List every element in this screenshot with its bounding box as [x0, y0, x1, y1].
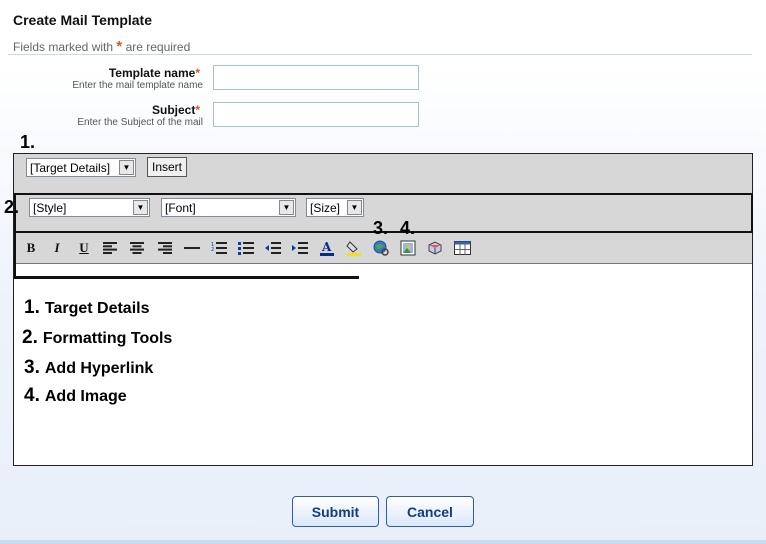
size-select-value: [Size]	[310, 200, 341, 215]
highlight-color-icon[interactable]	[344, 238, 364, 258]
template-name-label-text: Template name	[108, 66, 196, 80]
callout-4: 4.	[400, 218, 416, 238]
legend-item-add-image: 4. Add Image	[24, 385, 127, 407]
required-star: *	[195, 103, 200, 117]
svg-text:A: A	[321, 240, 332, 254]
callout-underline	[14, 276, 359, 279]
template-name-hint: Enter the mail template name	[72, 80, 203, 91]
legend-text: Add Hyperlink	[44, 360, 154, 377]
chevron-down-icon: ▼	[279, 200, 294, 215]
horizontal-rule-icon[interactable]	[182, 238, 202, 258]
legend-text: Add Image	[44, 388, 127, 405]
subject-label: Subject*	[0, 103, 200, 117]
table-insert-icon[interactable]	[425, 238, 445, 258]
required-star: *	[116, 38, 123, 55]
required-note-suffix: are required	[125, 40, 191, 54]
size-select[interactable]: [Size] ▼	[306, 198, 364, 217]
legend-number: 2.	[22, 327, 38, 348]
style-select-value: [Style]	[33, 200, 67, 215]
callout-2: 2.	[4, 197, 20, 217]
subject-input[interactable]	[213, 102, 419, 127]
bold-icon[interactable]: B	[21, 238, 41, 258]
image-icon[interactable]	[398, 238, 418, 258]
footer-divider	[0, 540, 766, 544]
page-title: Create Mail Template	[13, 12, 153, 28]
header-divider	[8, 54, 752, 55]
svg-text:2: 2	[211, 247, 214, 253]
italic-icon[interactable]: I	[47, 238, 67, 258]
subject-hint: Enter the Subject of the mail	[77, 117, 203, 128]
legend-item-formatting-tools: 2. Formatting Tools	[22, 327, 172, 349]
template-name-input[interactable]	[213, 65, 419, 90]
template-name-label: Template name*	[0, 66, 200, 80]
align-left-icon[interactable]	[100, 238, 120, 258]
callout-bracket	[14, 233, 16, 278]
legend-text: Target Details	[44, 300, 150, 317]
legend-item-add-hyperlink: 3. Add Hyperlink	[24, 357, 153, 379]
font-select-value: [Font]	[165, 200, 196, 215]
legend-item-target-details: 1. Target Details	[24, 297, 149, 319]
underline-icon[interactable]: U	[74, 238, 94, 258]
callout-3: 3.	[373, 218, 389, 238]
unordered-list-icon[interactable]	[236, 238, 256, 258]
table-icon[interactable]	[452, 238, 472, 258]
text-color-icon[interactable]: A	[317, 238, 337, 258]
hyperlink-icon[interactable]	[371, 238, 391, 258]
target-details-select[interactable]: [Target Details] ▼	[26, 158, 136, 177]
chevron-down-icon: ▼	[347, 200, 362, 215]
chevron-down-icon: ▼	[133, 200, 148, 215]
outdent-icon[interactable]	[263, 238, 283, 258]
legend-number: 4.	[24, 385, 40, 406]
font-select[interactable]: [Font] ▼	[161, 198, 296, 217]
style-select[interactable]: [Style] ▼	[29, 198, 150, 217]
required-star: *	[195, 66, 200, 80]
legend-number: 1.	[24, 297, 40, 318]
indent-icon[interactable]	[290, 238, 310, 258]
callout-1: 1.	[20, 132, 36, 152]
subject-label-text: Subject	[151, 103, 196, 117]
required-fields-note: Fields marked with * are required	[13, 38, 190, 55]
cancel-button[interactable]: Cancel	[386, 496, 474, 527]
legend-number: 3.	[24, 357, 40, 378]
insert-button[interactable]: Insert	[147, 157, 187, 177]
align-center-icon[interactable]	[127, 238, 147, 258]
required-note-prefix: Fields marked with	[13, 40, 114, 54]
target-details-select-value: [Target Details]	[30, 160, 111, 175]
ordered-list-icon[interactable]: 12	[209, 238, 229, 258]
align-right-icon[interactable]	[155, 238, 175, 258]
chevron-down-icon: ▼	[119, 160, 134, 175]
legend-text: Formatting Tools	[42, 330, 173, 347]
submit-button[interactable]: Submit	[292, 496, 379, 527]
